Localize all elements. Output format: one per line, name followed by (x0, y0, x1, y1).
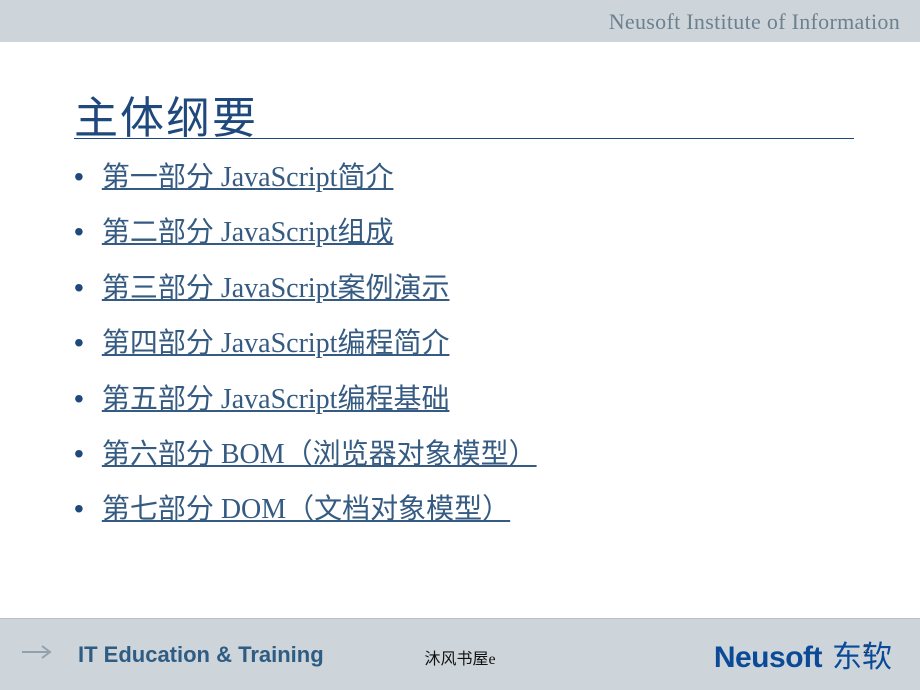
footer-center-text: 沐风书屋e (424, 645, 495, 669)
brand-logo: Neusoft 东软 (714, 632, 892, 676)
outline-link[interactable]: 第三部分 JavaScript案例演示 (102, 271, 450, 307)
bullet-icon: • (74, 218, 84, 246)
bullet-icon: • (74, 385, 84, 413)
bullet-icon: • (74, 440, 84, 468)
list-item: • 第二部分 JavaScript组成 (74, 215, 537, 251)
list-item: • 第六部分 BOM（浏览器对象模型） (74, 437, 537, 473)
list-item: • 第五部分 JavaScript编程基础 (74, 382, 537, 418)
bullet-icon: • (74, 163, 84, 191)
arrow-right-icon (20, 642, 60, 667)
list-item: • 第三部分 JavaScript案例演示 (74, 271, 537, 307)
header-band: Neusoft Institute of Information (0, 0, 920, 42)
outline-link[interactable]: 第一部分 JavaScript简介 (102, 160, 394, 196)
brand-en: Neusoft (714, 641, 822, 675)
title-underline (74, 138, 854, 139)
slide-title: 主体纲要 (74, 82, 258, 146)
footer-band: IT Education & Training 沐风书屋e 2 Neusoft … (0, 618, 920, 690)
bullet-icon: • (74, 495, 84, 523)
bullet-icon: • (74, 329, 84, 357)
institute-label: Neusoft Institute of Information (609, 9, 900, 35)
outline-link[interactable]: 第四部分 JavaScript编程简介 (102, 326, 450, 362)
list-item: • 第七部分 DOM（文档对象模型） (74, 492, 537, 528)
outline-list: • 第一部分 JavaScript简介 • 第二部分 JavaScript组成 … (74, 160, 537, 548)
outline-link[interactable]: 第六部分 BOM（浏览器对象模型） (102, 437, 537, 473)
outline-link[interactable]: 第二部分 JavaScript组成 (102, 215, 394, 251)
bullet-icon: • (74, 274, 84, 302)
list-item: • 第四部分 JavaScript编程简介 (74, 326, 537, 362)
outline-link[interactable]: 第五部分 JavaScript编程基础 (102, 382, 450, 418)
outline-link[interactable]: 第七部分 DOM（文档对象模型） (102, 492, 510, 528)
brand-cn: 东软 (832, 632, 892, 676)
footer-tagline: IT Education & Training (78, 642, 324, 668)
list-item: • 第一部分 JavaScript简介 (74, 160, 537, 196)
